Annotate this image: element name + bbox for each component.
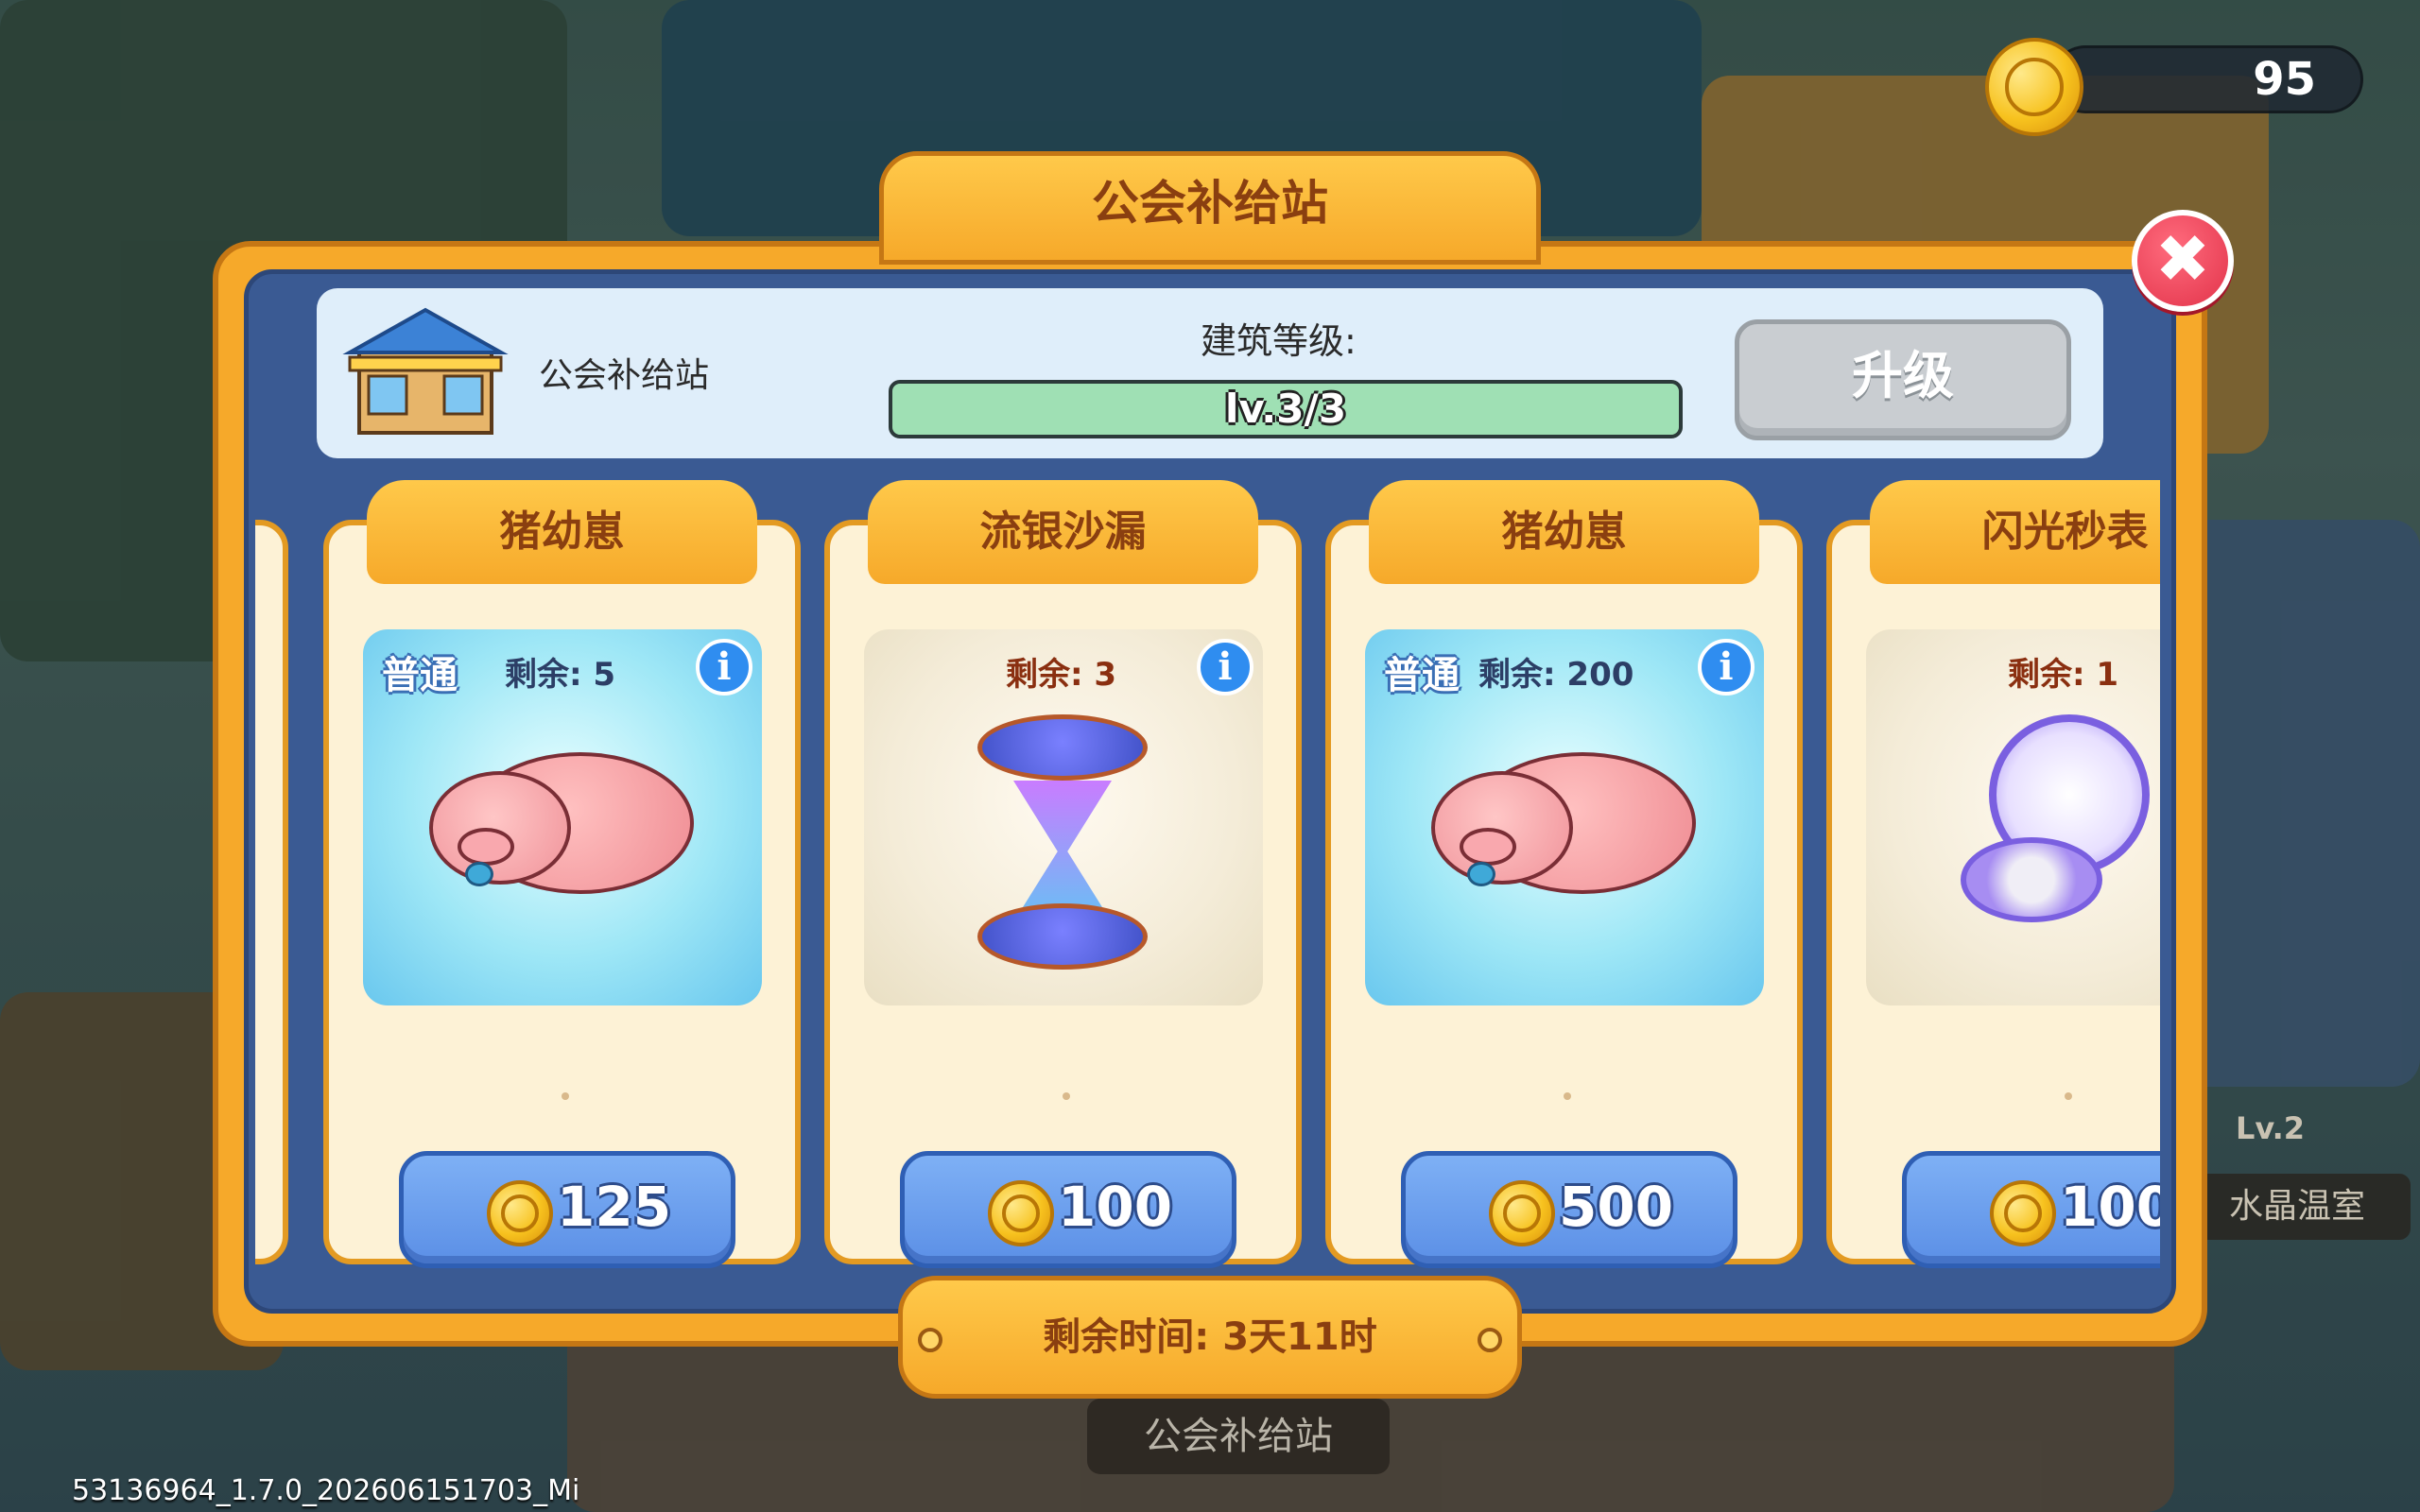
remaining-count: 剩余: 1 [2008, 656, 2119, 694]
rarity-badge: 普通 [1384, 654, 1460, 697]
shop-item-card[interactable]: 闪光秒表 剩余: 1 1000 [1826, 480, 2160, 1268]
side-building-label[interactable]: 水晶温室 [2184, 1174, 2411, 1240]
item-name: 流银沙漏 [979, 507, 1147, 556]
shop-building-icon [342, 307, 509, 435]
item-name-tab: 流银沙漏 [868, 480, 1258, 584]
buy-button[interactable]: 100 [900, 1151, 1236, 1268]
close-button[interactable]: ✖ [2132, 210, 2234, 312]
panel-title: 公会补给站 [1092, 176, 1328, 231]
buy-button[interactable]: 1000 [1902, 1151, 2160, 1268]
upgrade-button[interactable]: 升级 [1735, 319, 2071, 440]
item-art: 普通 剩余: 200 i [1365, 629, 1764, 1005]
guild-coin-icon [487, 1180, 553, 1246]
divider-ornament [1927, 1092, 2160, 1100]
guild-coin-icon [1985, 38, 2083, 136]
timer-text: 剩余时间: 3天11时 [1043, 1315, 1377, 1359]
item-name: 猪幼崽 [499, 507, 625, 556]
info-icon[interactable]: i [1197, 639, 1253, 696]
hourglass-icon [977, 696, 1148, 979]
remaining-count: 剩余: 200 [1478, 656, 1634, 694]
shop-item-card[interactable]: 猪幼崽 普通 剩余: 5 i 125 [323, 480, 801, 1268]
item-price: 1000 [2060, 1175, 2160, 1239]
item-price: 500 [1559, 1175, 1674, 1239]
piglet-icon [1431, 733, 1696, 894]
remaining-count: 剩余: 5 [505, 656, 616, 694]
item-price: 100 [1058, 1175, 1173, 1239]
guild-coin-icon [988, 1180, 1054, 1246]
stopwatch-icon [1961, 696, 2160, 941]
panel-title-tab: 公会补给站 [879, 151, 1541, 265]
item-name: 猪幼崽 [1501, 507, 1627, 556]
close-icon: ✖ [2154, 220, 2211, 298]
shop-items-scroller[interactable]: 猪幼崽 普通 剩余: 5 i 125 流银沙漏 剩余: 3 i 100 猪幼崽 … [255, 472, 2160, 1276]
guild-coin-icon [1489, 1180, 1555, 1246]
item-name: 闪光秒表 [1981, 507, 2149, 556]
building-level-value: lv.3/3 [1224, 386, 1347, 432]
info-icon[interactable]: i [696, 639, 752, 696]
refresh-timer: 剩余时间: 3天11时 [898, 1276, 1522, 1399]
shop-item-card-partial [255, 520, 288, 1264]
currency-display: 95 [1985, 38, 2363, 136]
item-name-tab: 猪幼崽 [1369, 480, 1759, 584]
building-name-text: 公会补给站 [1144, 1415, 1333, 1458]
guild-coin-icon [1990, 1180, 2056, 1246]
divider-ornament [424, 1092, 707, 1100]
buy-button[interactable]: 500 [1401, 1151, 1737, 1268]
remaining-count: 剩余: 3 [1006, 656, 1117, 694]
side-building-level: Lv.2 [2236, 1110, 2306, 1146]
rarity-badge: 普通 [382, 654, 458, 697]
building-level-bar: lv.3/3 [889, 380, 1683, 438]
shop-item-card[interactable]: 流银沙漏 剩余: 3 i 100 [824, 480, 1302, 1268]
building-name-label[interactable]: 公会补给站 [1087, 1399, 1390, 1474]
side-building-text: 水晶温室 [2228, 1187, 2365, 1226]
divider-ornament [1426, 1092, 1709, 1100]
item-name-tab: 闪光秒表 [1870, 480, 2160, 584]
divider-ornament [925, 1092, 1208, 1100]
item-name-tab: 猪幼崽 [367, 480, 757, 584]
buy-button[interactable]: 125 [399, 1151, 735, 1268]
building-level-label: 建筑等级: [1201, 320, 1357, 362]
currency-amount: 95 [2253, 53, 2316, 106]
item-art: 剩余: 3 i [864, 629, 1263, 1005]
piglet-icon [429, 733, 694, 894]
info-icon[interactable]: i [1698, 639, 1754, 696]
version-string: 53136964_1.7.0_202606151703_Mi [72, 1474, 580, 1507]
item-art: 普通 剩余: 5 i [363, 629, 762, 1005]
item-art: 剩余: 1 [1866, 629, 2160, 1005]
currency-bar [2051, 45, 2363, 113]
upgrade-button-label: 升级 [1852, 346, 1954, 405]
shop-item-card[interactable]: 猪幼崽 普通 剩余: 200 i 500 [1325, 480, 1803, 1268]
building-name: 公会补给站 [539, 356, 710, 395]
item-price: 125 [557, 1175, 672, 1239]
